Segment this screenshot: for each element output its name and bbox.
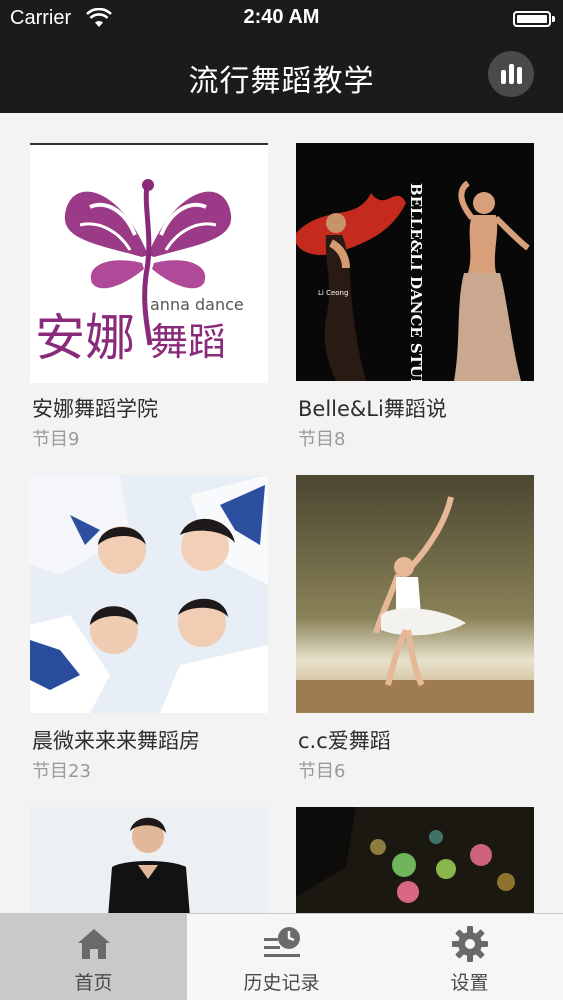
program-title: c.c爱舞蹈 [298,729,391,753]
program-thumbnail [296,475,534,713]
anna-dance-logo: 安娜 舞蹈 anna dance [35,179,244,367]
program-grid: 安娜 舞蹈 anna dance 安娜舞蹈学院 节目9 BELLE&LI DAN… [0,113,563,913]
tab-label: 首页 [74,972,113,994]
belle-li-poster: BELLE&LI DANCE STUDIO Li Ceong [296,143,534,381]
program-card-chenwei[interactable]: 晨微来来来舞蹈房 节目23 [30,475,268,805]
history-icon [263,927,300,957]
program-episode-count: 节目8 [298,429,346,450]
program-card-belle-li[interactable]: BELLE&LI DANCE STUDIO Li Ceong Belle&Li舞… [296,143,534,473]
logo-text-cn: 安娜 [35,309,135,367]
program-thumbnail: BELLE&LI DANCE STUDIO Li Ceong [296,143,534,381]
menu-button[interactable] [488,51,534,97]
tab-bar: 首页 历史记录 设置 [0,913,563,1000]
program-thumbnail [296,807,534,913]
program-card-6[interactable] [296,807,534,913]
woman-photo [30,807,268,913]
battery-icon [513,11,555,27]
gear-icon [451,926,488,962]
home-icon [77,929,110,959]
page-title: 流行舞蹈教学 [188,64,375,99]
tab-home[interactable]: 首页 [0,914,187,1000]
program-episode-count: 节目23 [32,761,91,782]
program-thumbnail [30,475,268,713]
program-card-5[interactable] [30,807,268,913]
top-bar: Carrier 2:40 AM 流行舞蹈教学 [0,0,563,113]
logo-text-en: anna dance [150,295,244,314]
bokeh-photo [296,807,534,913]
screen: Carrier 2:40 AM 流行舞蹈教学 安娜 舞蹈 anna dance … [0,0,563,1000]
tab-settings[interactable]: 设置 [376,914,563,1000]
program-title: 晨微来来来舞蹈房 [32,729,200,753]
group-photo [30,475,268,713]
tab-history[interactable]: 历史记录 [188,914,375,1000]
poster-small-text: Li Ceong [318,289,348,297]
tab-label: 设置 [450,972,489,994]
program-card-anna[interactable]: 安娜 舞蹈 anna dance 安娜舞蹈学院 节目9 [30,143,268,473]
clock: 2:40 AM [243,6,320,28]
program-episode-count: 节目6 [298,761,346,782]
program-title: Belle&Li舞蹈说 [298,397,447,421]
program-title: 安娜舞蹈学院 [32,397,158,421]
program-episode-count: 节目9 [32,429,80,450]
program-card-cc[interactable]: c.c爱舞蹈 节目6 [296,475,534,805]
poster-text: BELLE&LI DANCE STUDIO [407,183,425,381]
logo-text-cn2: 舞蹈 [150,320,226,364]
ballerina-photo [296,475,534,713]
program-thumbnail: 安娜 舞蹈 anna dance [30,143,268,383]
program-thumbnail [30,807,268,913]
status-bar: Carrier 2:40 AM [0,0,563,38]
tab-label: 历史记录 [243,972,320,994]
